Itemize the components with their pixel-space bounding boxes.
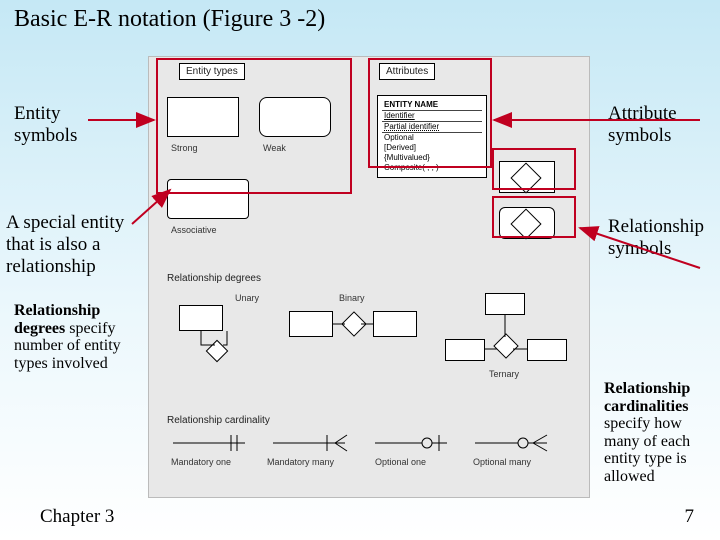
bin-ent-b bbox=[373, 311, 417, 337]
label-relationship-cardinalities: Relationship cardinalities specify how m… bbox=[604, 380, 716, 486]
bin-ent-a bbox=[289, 311, 333, 337]
unary-dia bbox=[206, 340, 229, 363]
footer-chapter: Chapter 3 bbox=[40, 506, 114, 528]
card-0: Mandatory one bbox=[171, 457, 231, 467]
label-entity-symbols: Entitysymbols bbox=[14, 103, 77, 147]
hdr-degrees: Relationship degrees bbox=[167, 273, 261, 284]
hdr-cardinality: Relationship cardinality bbox=[167, 415, 270, 426]
unary-ent bbox=[179, 305, 223, 331]
ter-ent-r bbox=[527, 339, 567, 361]
bin-dia bbox=[341, 311, 366, 336]
label-relationship-degrees: Relationship degrees specify number of e… bbox=[14, 302, 144, 372]
page-title: Basic E-R notation (Figure 3 -2) bbox=[14, 6, 325, 33]
card-bold: Relationship cardinalities bbox=[604, 380, 690, 415]
label-attribute-symbols: Attributesymbols bbox=[608, 103, 677, 147]
ter-dia bbox=[493, 333, 518, 358]
card-1: Mandatory many bbox=[267, 457, 334, 467]
card-rest: specify how many of each entity type is … bbox=[604, 415, 690, 485]
ter-ent-l bbox=[445, 339, 485, 361]
label-relationship-symbols: Relationshipsymbols bbox=[608, 216, 704, 260]
lbl-ternary: Ternary bbox=[489, 369, 519, 379]
lbl-binary: Binary bbox=[339, 293, 365, 303]
lbl-unary: Unary bbox=[235, 293, 259, 303]
footer-page: 7 bbox=[685, 506, 695, 528]
redbox-attr bbox=[368, 58, 492, 168]
redbox-rel-b bbox=[492, 196, 576, 238]
redbox-rel-a bbox=[492, 148, 576, 190]
label-special-entity: A special entitythat is also arelationsh… bbox=[6, 212, 124, 278]
redbox-entity bbox=[156, 58, 352, 194]
card-3: Optional many bbox=[473, 457, 531, 467]
ter-ent-top bbox=[485, 293, 525, 315]
card-2: Optional one bbox=[375, 457, 426, 467]
lbl-associative: Associative bbox=[171, 225, 217, 235]
